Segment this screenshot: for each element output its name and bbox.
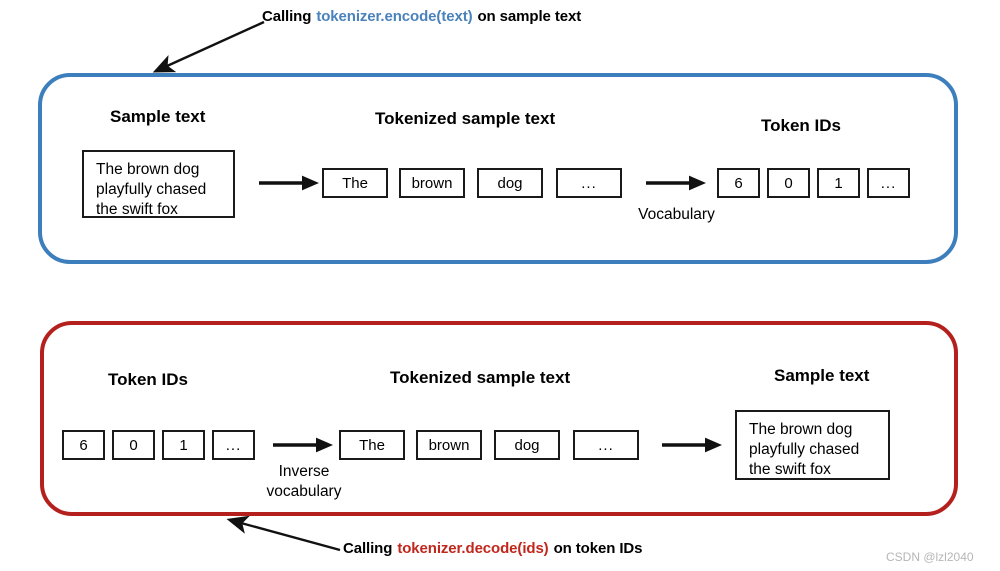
encode-token-id-chip: ...	[867, 168, 910, 198]
watermark: CSDN @lzl2040	[886, 550, 974, 564]
encode-token-id-chip: 6	[717, 168, 760, 198]
decode-token-chip: The	[339, 430, 405, 460]
decode-inverse-vocabulary-label: Inverse vocabulary	[266, 463, 342, 500]
encode-token-id-chip: 1	[817, 168, 860, 198]
decode-token-id-chip: ...	[212, 430, 255, 460]
decode-sample-text-box: The brown dog playfully chased the swift…	[735, 410, 890, 480]
decode-caption-code: tokenizer.decode(ids)	[397, 540, 549, 557]
decode-caption-suffix: on token IDs	[553, 540, 643, 557]
encode-sample-text-heading: Sample text	[110, 107, 206, 126]
encode-tokenized-heading: Tokenized sample text	[375, 109, 556, 128]
encode-token-chip: brown	[399, 168, 465, 198]
diagram-canvas: Calling tokenizer.encode(text) on sample t…	[0, 0, 1000, 571]
decode-token-id-chip: 1	[162, 430, 205, 460]
encode-token-chip: ...	[556, 168, 622, 198]
decode-caption-prefix: Calling	[343, 540, 393, 557]
encode-token-chip: The	[322, 168, 388, 198]
decode-leader-arrow	[222, 515, 342, 554]
encode-caption-suffix: on sample text	[477, 8, 582, 25]
decode-caption: Calling tokenizer.decode(ids) on token IDs	[343, 540, 643, 557]
decode-arrow-inverse-vocabulary	[272, 436, 334, 454]
encode-vocabulary-label: Vocabulary	[638, 206, 715, 223]
decode-sample-text-heading: Sample text	[774, 366, 870, 385]
decode-token-id-chip: 0	[112, 430, 155, 460]
decode-token-chip: dog	[494, 430, 560, 460]
decode-token-chip: ...	[573, 430, 639, 460]
decode-tokenized-heading: Tokenized sample text	[390, 368, 571, 387]
decode-arrow-detokenize	[661, 436, 723, 454]
encode-arrow-tokenize	[258, 174, 320, 192]
encode-token-id-chip: 0	[767, 168, 810, 198]
encode-caption-prefix: Calling	[262, 8, 312, 25]
encode-sample-text-box: The brown dog playfully chased the swift…	[82, 150, 235, 218]
encode-leader-arrow	[148, 20, 266, 76]
encode-token-chip: dog	[477, 168, 543, 198]
encode-caption: Calling tokenizer.encode(text) on sample t…	[262, 8, 581, 25]
encode-caption-code: tokenizer.encode(text)	[316, 8, 473, 25]
encode-token-ids-heading: Token IDs	[761, 116, 841, 135]
encode-arrow-vocabulary	[645, 174, 707, 192]
decode-token-ids-heading: Token IDs	[108, 370, 188, 389]
decode-token-id-chip: 6	[62, 430, 105, 460]
decode-token-chip: brown	[416, 430, 482, 460]
